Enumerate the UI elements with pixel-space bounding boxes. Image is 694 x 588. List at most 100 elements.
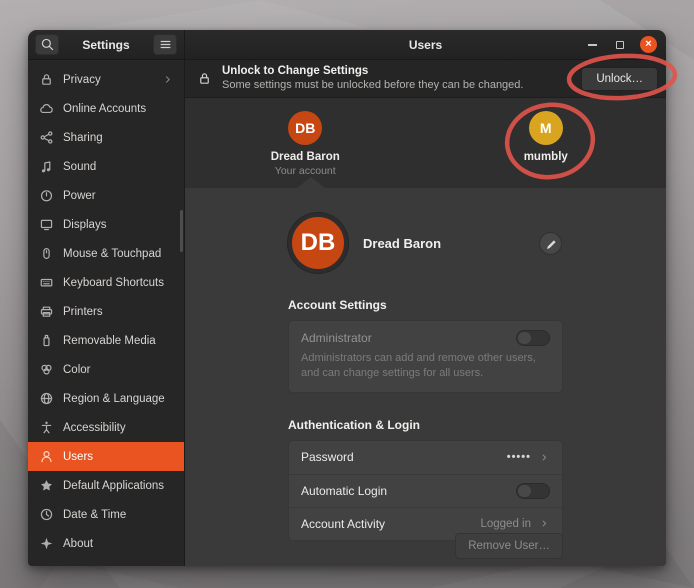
sidebar-item-accessibility[interactable]: Accessibility [28,413,184,442]
clock-icon [38,507,54,523]
account-settings-heading: Account Settings [288,298,563,312]
lock-icon [38,72,54,88]
sidebar-item-date-time[interactable]: Date & Time [28,500,184,529]
selected-user-caret [297,177,325,188]
carousel-user-subtitle: Your account [275,165,336,177]
sidebar-item-removable-media[interactable]: Removable Media [28,326,184,355]
sidebar-item-about[interactable]: About [28,529,184,558]
sidebar: Privacy Online Accounts Sharing Sound Power D… [28,60,185,566]
accessibility-icon [38,420,54,436]
main-titlebar[interactable]: Users × [185,30,666,59]
sidebar-item-label: Online Accounts [63,103,146,115]
unlock-title: Unlock to Change Settings [222,64,572,79]
maximize-button[interactable] [612,37,628,53]
chevron-right-icon [539,518,550,529]
star-icon [38,478,54,494]
minimize-icon [588,44,597,46]
hamburger-menu-icon [158,37,173,52]
cloud-icon [38,101,54,117]
toggle-knob [518,485,531,497]
administrator-label: Administrator [301,331,372,345]
close-icon: × [645,39,651,50]
chevron-right-icon [162,74,174,86]
lock-icon [197,71,213,87]
sidebar-item-mouse-touchpad[interactable]: Mouse & Touchpad [28,239,184,268]
auth-login-box: Password ••••• Automatic Login [288,440,563,541]
administrator-toggle[interactable] [516,330,550,346]
sidebar-item-label: Default Applications [63,480,164,492]
sidebar-item-label: Sharing [63,132,103,144]
users-panel: Unlock to Change Settings Some settings … [185,60,666,566]
sidebar-item-users[interactable]: Users [28,442,184,471]
account-settings-box: Administrator Administrators can add and… [288,320,563,393]
usb-drive-icon [38,333,54,349]
printer-icon [38,304,54,320]
administrator-description: Administrators can add and remove other … [301,351,539,381]
chevron-right-icon [539,452,550,463]
sidebar-item-online-accounts[interactable]: Online Accounts [28,94,184,123]
desktop: { "window": { "sidebar_header": { "title… [0,0,694,588]
sidebar-title: Settings [65,38,147,52]
sidebar-item-label: Keyboard Shortcuts [63,277,164,289]
power-icon [38,188,54,204]
automatic-login-toggle[interactable] [516,483,550,499]
sidebar-list: Privacy Online Accounts Sharing Sound Power D… [28,65,184,558]
avatar-initials: DB [295,120,315,136]
sidebar-item-power[interactable]: Power [28,181,184,210]
sidebar-item-label: Mouse & Touchpad [63,248,161,260]
edit-name-button[interactable] [539,232,562,255]
sidebar-item-color[interactable]: Color [28,355,184,384]
color-palette-icon [38,362,54,378]
unlock-button[interactable]: Unlock… [581,67,658,91]
globe-icon [38,391,54,407]
sidebar-item-privacy[interactable]: Privacy [28,65,184,94]
search-button[interactable] [35,34,59,55]
sidebar-scrollbar[interactable] [180,210,183,252]
profile-avatar[interactable]: DB [288,213,348,273]
avatar-mumbly: M [529,111,563,145]
sidebar-item-label: Removable Media [63,335,156,347]
minimize-button[interactable] [584,37,600,53]
toggle-knob [518,332,531,344]
sidebar-item-label: Users [63,451,93,463]
sidebar-item-label: Accessibility [63,422,126,434]
mouse-icon [38,246,54,262]
sidebar-item-default-applications[interactable]: Default Applications [28,471,184,500]
menu-button[interactable] [153,34,177,55]
profile-name: Dread Baron [363,236,441,251]
carousel-user-dread-baron[interactable]: DB Dread Baron Your account [185,98,426,188]
account-activity-value: Logged in [480,518,531,530]
password-row[interactable]: Password ••••• [289,441,562,474]
sidebar-item-keyboard-shortcuts[interactable]: Keyboard Shortcuts [28,268,184,297]
sidebar-item-printers[interactable]: Printers [28,297,184,326]
sidebar-item-region-language[interactable]: Region & Language [28,384,184,413]
carousel-user-name: Dread Baron [271,151,340,163]
password-value: ••••• [507,451,531,463]
sidebar-item-sharing[interactable]: Sharing [28,123,184,152]
search-icon [40,37,55,52]
sidebar-item-label: Power [63,190,96,202]
window-controls: × [584,36,666,53]
sidebar-item-displays[interactable]: Displays [28,210,184,239]
account-activity-label: Account Activity [301,517,385,531]
keyboard-icon [38,275,54,291]
sidebar-item-label: Displays [63,219,106,231]
sidebar-item-label: Privacy [63,74,101,86]
sidebar-item-sound[interactable]: Sound [28,152,184,181]
avatar-initials: M [540,120,552,136]
maximize-icon [616,41,624,49]
settings-window: Settings Users × Privacy Online Accounts S… [28,30,666,566]
auth-login-heading: Authentication & Login [288,418,563,432]
sparkle-icon [38,536,54,552]
carousel-user-mumbly[interactable]: M mumbly [426,98,667,188]
sidebar-item-label: Color [63,364,90,376]
share-icon [38,130,54,146]
close-button[interactable]: × [640,36,657,53]
remove-user-button[interactable]: Remove User… [455,533,563,559]
carousel-user-name: mumbly [524,151,568,163]
automatic-login-label: Automatic Login [301,484,387,498]
sidebar-item-label: Sound [63,161,96,173]
music-note-icon [38,159,54,175]
user-carousel: DB Dread Baron Your account M mumbly [185,98,666,188]
avatar-dread-baron: DB [288,111,322,145]
